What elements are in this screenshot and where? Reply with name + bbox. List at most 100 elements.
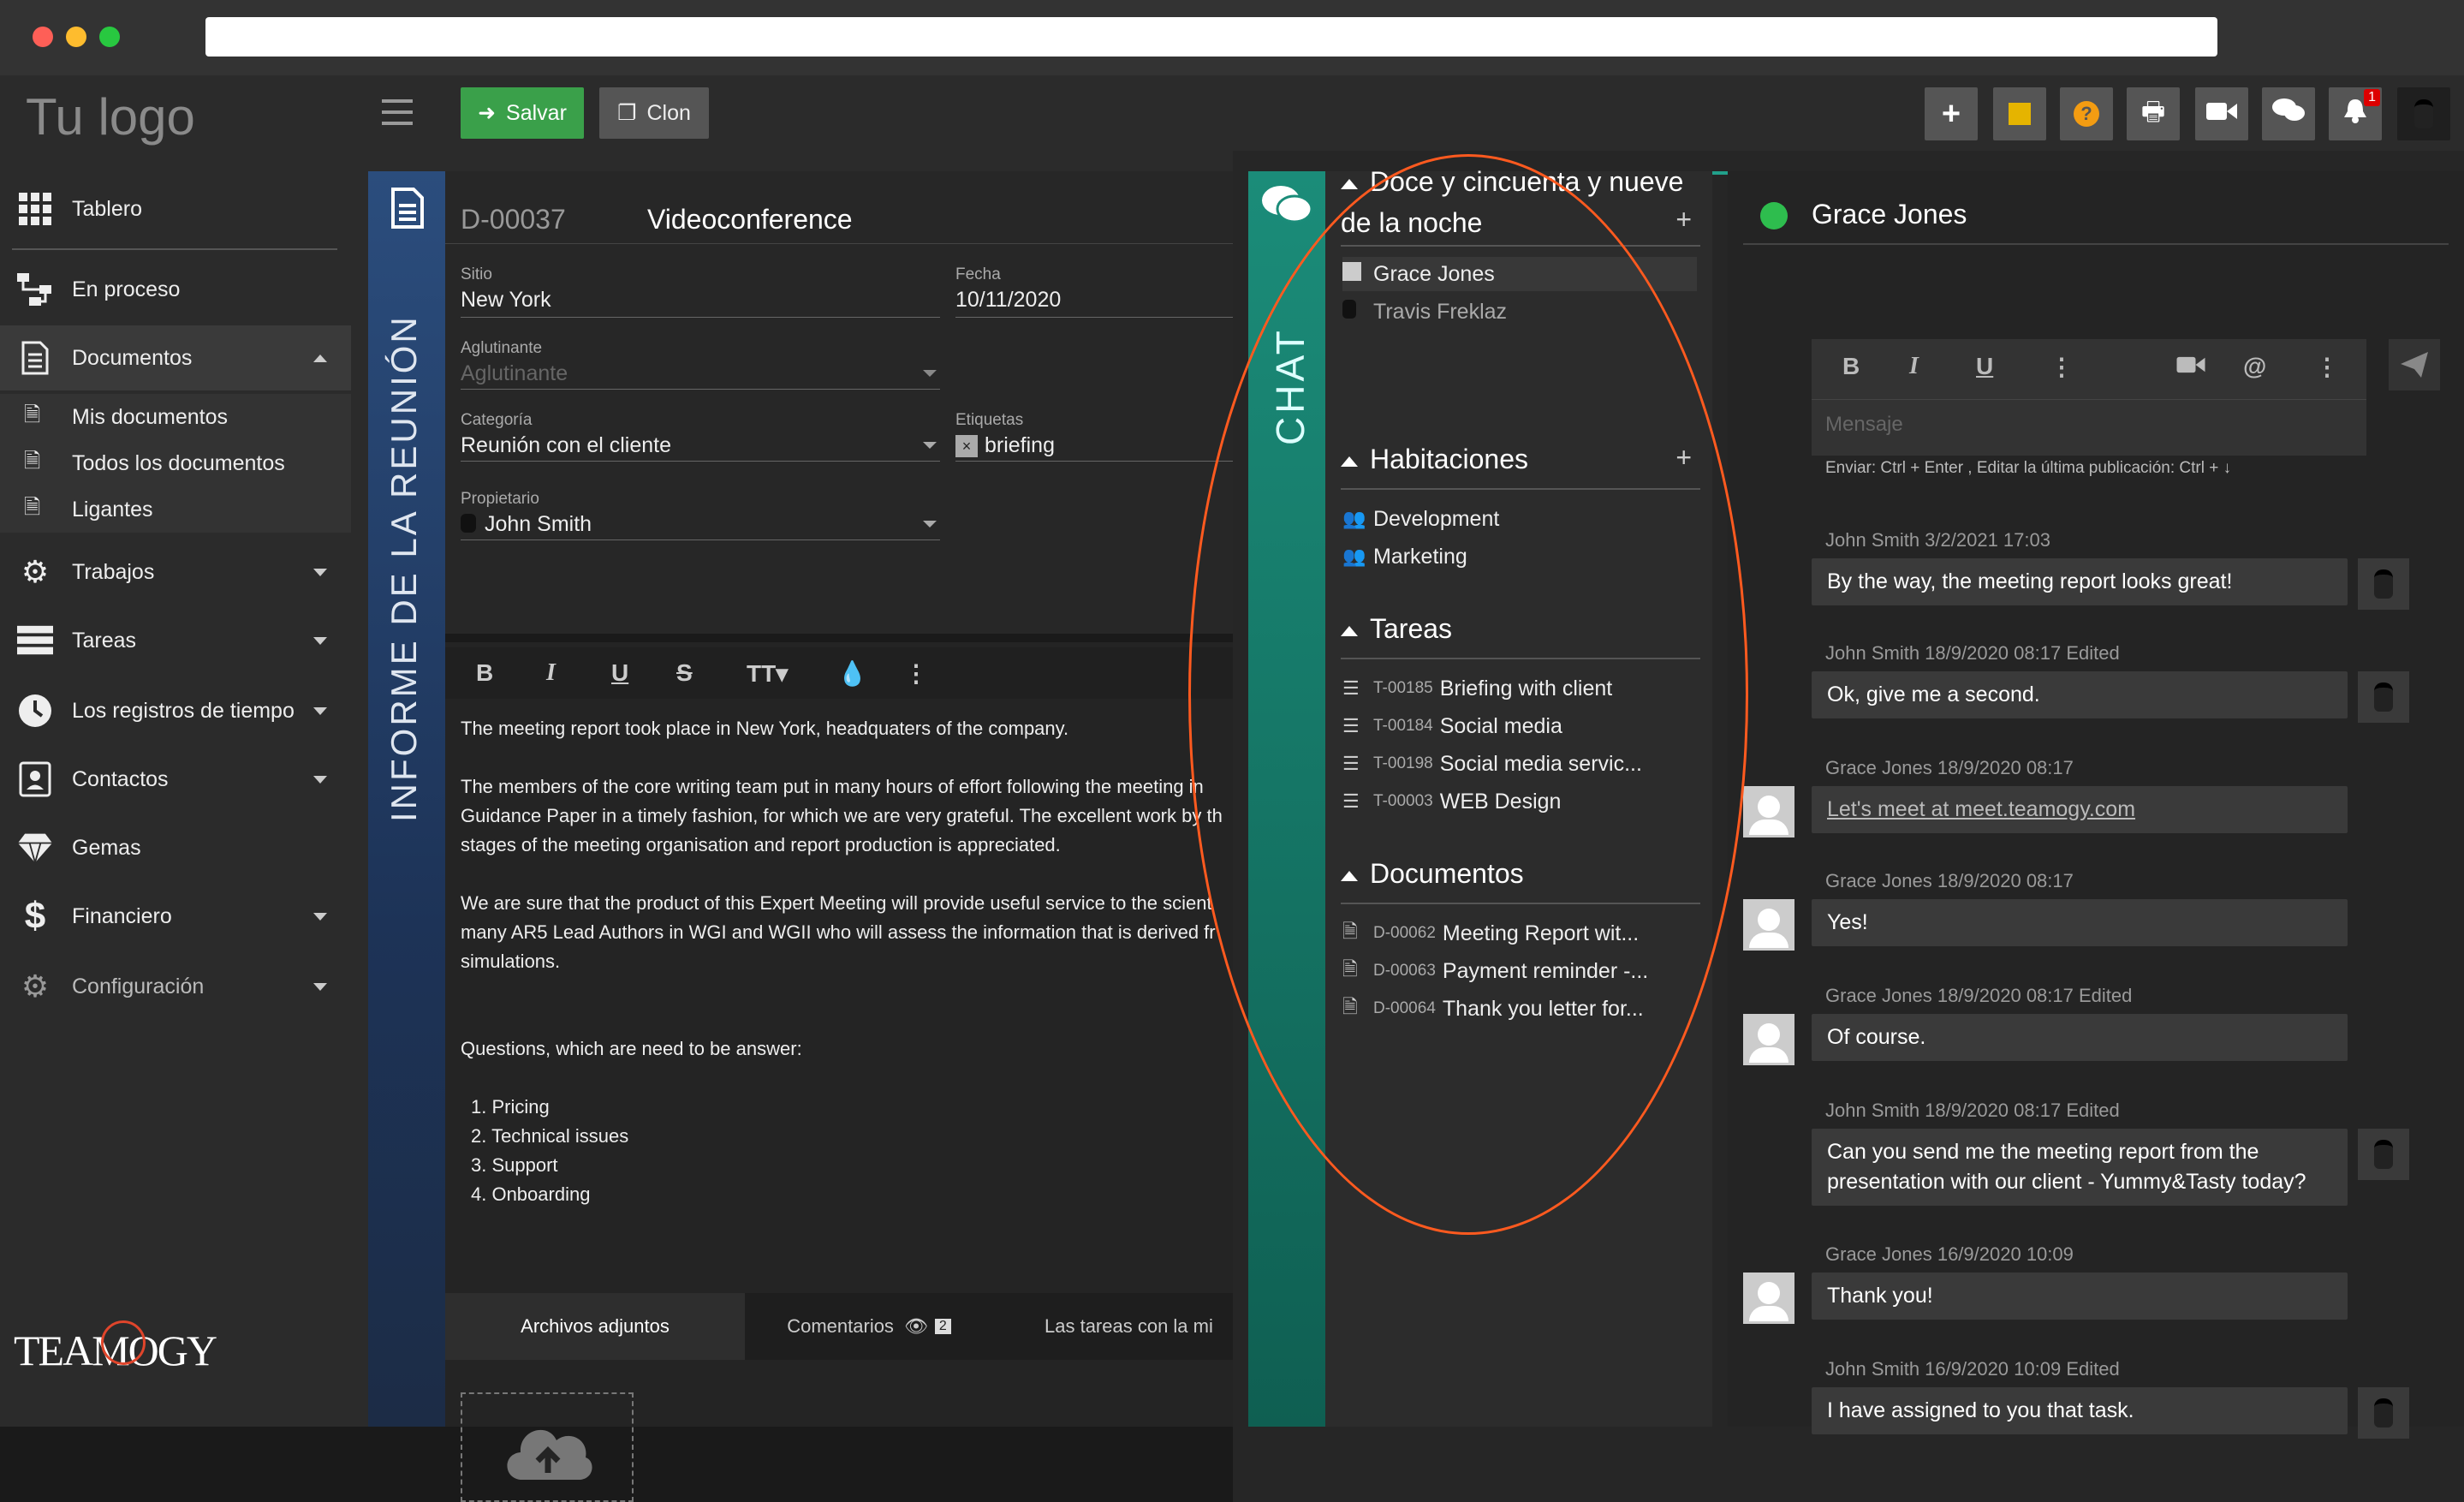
chevron-down-icon bbox=[923, 370, 937, 377]
hamburger-icon[interactable] bbox=[382, 99, 413, 125]
send-icon bbox=[2401, 352, 2428, 378]
underline-icon[interactable]: U bbox=[1976, 353, 1993, 380]
comment-count-badge: 2 bbox=[934, 1319, 951, 1334]
sidebar-item-contactos[interactable]: Contactos bbox=[0, 747, 351, 812]
divider bbox=[955, 461, 1233, 462]
color-drop-icon[interactable]: 💧 bbox=[837, 659, 867, 688]
tab-tareas[interactable]: Las tareas con la mi bbox=[1045, 1293, 1233, 1360]
printer-icon: 🖶 bbox=[2140, 97, 2166, 126]
add-dm-icon[interactable]: + bbox=[1675, 204, 1692, 235]
sidebar-subitem-mis-documentos[interactable]: 🗎 Mis documentos bbox=[0, 394, 351, 440]
divider bbox=[1812, 399, 2366, 400]
paragraph: many AR5 Lead Authors in WGI and WGII wh… bbox=[461, 921, 1216, 943]
save-button[interactable]: ➜ Salvar bbox=[461, 87, 584, 139]
more-vertical-icon[interactable]: ⋮ bbox=[2050, 353, 2074, 381]
minimize-window-button[interactable] bbox=[66, 27, 86, 47]
print-button[interactable]: 🖶 bbox=[2127, 87, 2180, 140]
sign-in-icon: ➜ bbox=[478, 101, 497, 125]
sidebar-item-en-proceso[interactable]: En proceso bbox=[0, 257, 351, 322]
propietario-select[interactable]: John Smith bbox=[485, 512, 592, 537]
save-label: Salvar bbox=[506, 100, 567, 125]
aglutinante-select[interactable]: Aglutinante bbox=[461, 361, 568, 386]
close-window-button[interactable] bbox=[33, 27, 53, 47]
chat-button[interactable] bbox=[2262, 87, 2315, 140]
message-link[interactable]: Let's meet at meet.teamogy.com bbox=[1812, 786, 2348, 833]
italic-icon[interactable]: I bbox=[546, 659, 556, 687]
list-item: 1. Pricing bbox=[471, 1096, 550, 1118]
clone-button[interactable]: ❐ Clon bbox=[599, 87, 709, 139]
tab-archivos-adjuntos[interactable]: Archivos adjuntos bbox=[445, 1293, 745, 1360]
categoria-select[interactable]: Reunión con el cliente bbox=[461, 433, 671, 458]
avatar bbox=[1743, 1014, 1794, 1065]
divider bbox=[1743, 243, 2449, 245]
video-camera-icon[interactable] bbox=[2176, 353, 2205, 380]
paragraph: stages of the meeting organisation and r… bbox=[461, 834, 1061, 855]
owner-avatar bbox=[461, 514, 476, 533]
app: Tu logo Tablero En proceso Documentos 🗎 … bbox=[0, 75, 2464, 1502]
divider bbox=[461, 461, 940, 462]
bold-icon[interactable]: B bbox=[1842, 353, 1860, 380]
message-input[interactable]: Mensaje bbox=[1825, 413, 1903, 437]
workflow-icon bbox=[17, 271, 53, 307]
divider bbox=[12, 248, 337, 250]
add-button[interactable]: + bbox=[1925, 87, 1978, 140]
remove-tag-icon[interactable]: × bbox=[955, 435, 978, 457]
sticky-note-icon bbox=[2009, 103, 2031, 125]
text-size-icon[interactable]: TT▾ bbox=[747, 659, 788, 688]
divider bbox=[445, 634, 1233, 642]
sidebar-item-tareas[interactable]: Tareas bbox=[0, 608, 351, 673]
bold-icon[interactable]: B bbox=[476, 659, 493, 687]
message-meta: Grace Jones 18/9/2020 08:17 bbox=[1825, 870, 2074, 891]
avatar bbox=[1743, 1273, 1794, 1324]
strikethrough-icon[interactable]: S bbox=[676, 659, 693, 687]
maximize-window-button[interactable] bbox=[99, 27, 120, 47]
sidebar: Tu logo Tablero En proceso Documentos 🗎 … bbox=[0, 75, 351, 1427]
message-meta: Grace Jones 18/9/2020 08:17 bbox=[1825, 757, 2074, 778]
sidebar-item-financiero[interactable]: $ Financiero bbox=[0, 884, 351, 949]
italic-icon[interactable]: I bbox=[1909, 353, 1919, 380]
help-button[interactable]: ? bbox=[2060, 87, 2113, 140]
contact-card-icon bbox=[17, 761, 53, 797]
aglutinante-label: Aglutinante bbox=[461, 339, 543, 357]
sidebar-item-tablero[interactable]: Tablero bbox=[0, 176, 351, 241]
categoria-label: Categoría bbox=[461, 411, 533, 429]
chevron-down-icon bbox=[313, 636, 327, 645]
notes-button[interactable] bbox=[1993, 87, 2046, 140]
document-title[interactable]: Videoconference bbox=[647, 204, 853, 235]
user-avatar[interactable] bbox=[2397, 87, 2450, 140]
mention-icon[interactable]: @ bbox=[2243, 353, 2266, 380]
address-bar[interactable] bbox=[205, 17, 2217, 57]
upload-dropzone[interactable] bbox=[461, 1392, 634, 1502]
sidebar-item-label: Tareas bbox=[72, 628, 137, 653]
chevron-down-icon bbox=[923, 442, 937, 449]
sidebar-subitem-todos-documentos[interactable]: 🗎 Todos los documentos bbox=[0, 440, 351, 486]
chevron-down-icon bbox=[313, 912, 327, 921]
document-icon bbox=[390, 187, 425, 234]
chevron-down-icon bbox=[313, 706, 327, 715]
sidebar-item-registros-tiempo[interactable]: Los registros de tiempo bbox=[0, 678, 351, 743]
send-button[interactable] bbox=[2389, 339, 2440, 390]
sidebar-item-gemas[interactable]: Gemas bbox=[0, 815, 351, 880]
fecha-field[interactable]: 10/11/2020 bbox=[955, 288, 1061, 313]
more-vertical-icon[interactable]: ⋮ bbox=[2315, 353, 2339, 381]
sidebar-item-documentos[interactable]: Documentos bbox=[0, 325, 351, 390]
propietario-label: Propietario bbox=[461, 490, 539, 508]
notifications-button[interactable]: 1 bbox=[2329, 87, 2382, 140]
sidebar-item-configuracion[interactable]: ⚙ Configuración bbox=[0, 954, 351, 1019]
tag-chip: briefing bbox=[985, 433, 1055, 457]
document-body[interactable]: The meeting report took place in New Yor… bbox=[461, 714, 1231, 1209]
document-vertical-bar: INFORME DE LA REUNIÓN bbox=[368, 171, 445, 1427]
sitio-field[interactable]: New York bbox=[461, 288, 551, 313]
sidebar-subitem-ligantes[interactable]: 🗎 Ligantes bbox=[0, 486, 351, 533]
avatar bbox=[2358, 1387, 2409, 1439]
divider bbox=[955, 317, 1233, 318]
message-bubble: Yes! bbox=[1812, 899, 2348, 946]
more-vertical-icon[interactable]: ⋮ bbox=[904, 659, 928, 688]
underline-icon[interactable]: U bbox=[611, 659, 628, 687]
highlight-ellipse bbox=[1188, 154, 1748, 1235]
divider bbox=[461, 539, 940, 540]
video-button[interactable] bbox=[2195, 87, 2248, 140]
browser-titlebar bbox=[0, 0, 2464, 75]
tab-comentarios[interactable]: Comentarios 👁 2 bbox=[771, 1293, 967, 1360]
sidebar-item-trabajos[interactable]: ⚙ Trabajos bbox=[0, 539, 351, 605]
